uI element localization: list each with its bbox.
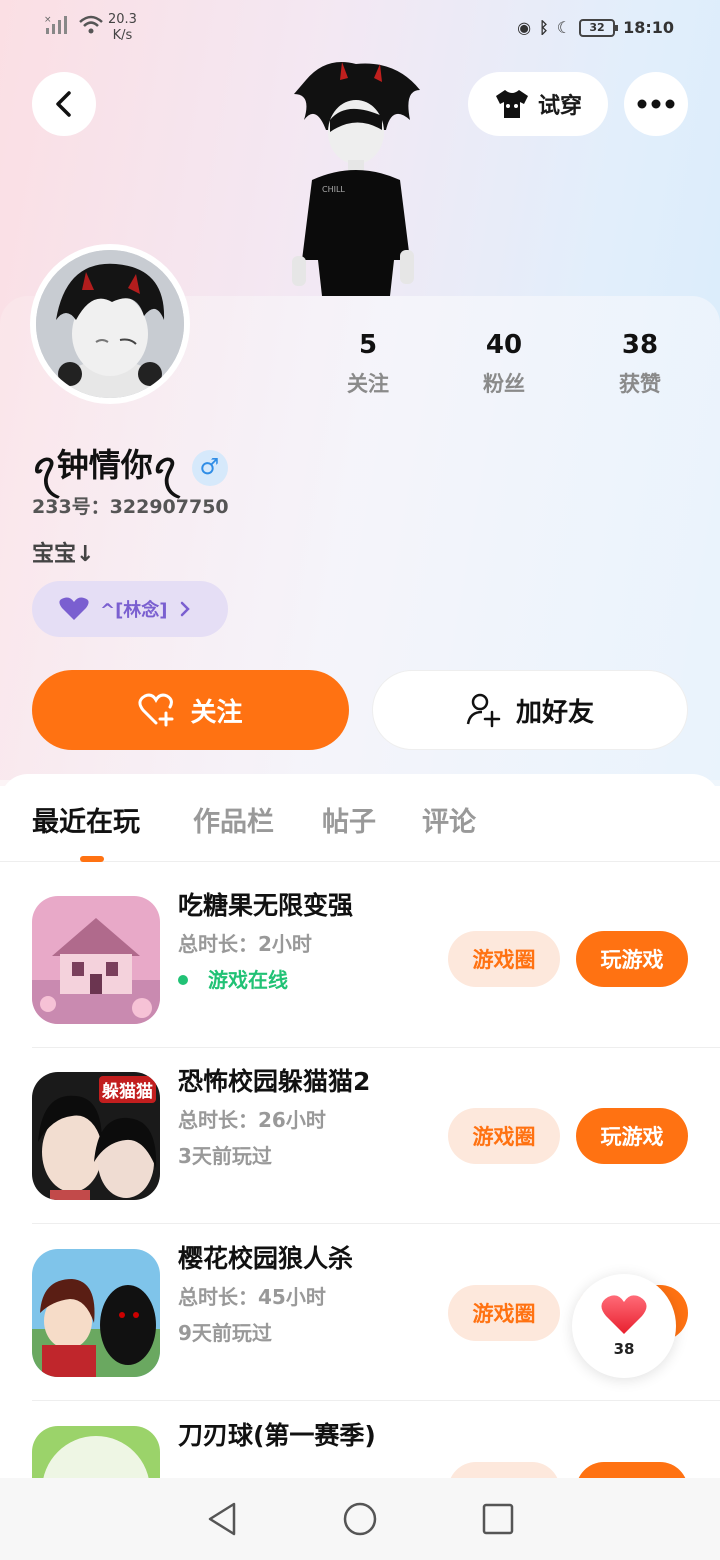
game-icon[interactable] [32,896,160,1024]
active-tab-indicator [80,856,104,862]
add-friend-button[interactable]: 加好友 [372,670,688,750]
profile-stats: 5 关注 40 粉丝 38 获赞 [300,330,720,398]
avatar[interactable] [30,244,190,404]
tshirt-icon [495,90,528,118]
floating-like-button[interactable]: 38 [572,1274,676,1378]
game-title: 樱花校园狼人杀 [178,1244,354,1273]
follow-label: 关注 [190,697,243,728]
stat-value: 5 [358,330,378,360]
user-id-label: 233号： [32,496,110,518]
nav-recents-icon[interactable] [482,1503,514,1535]
stat-value: 40 [485,330,523,360]
clock: 18:10 [623,18,674,37]
cp-name: ^[林念] [100,600,168,621]
game-title: 吃糖果无限变强 [178,891,354,920]
heart-plus-icon [138,693,174,727]
net-speed: 20.3 K/s [108,12,137,43]
signal-icon: × [44,14,104,36]
status-bar: × 20.3 K/s ◉ ᛒ ☾ 32 18:10 [0,0,720,60]
game-title: 刀刃球(第一赛季) [178,1421,376,1450]
game-row[interactable]: 吃糖果无限变强 总时长：2小时 游戏在线 游戏圈 玩游戏 [32,872,720,1048]
game-playtime: 总时长：45小时 [178,1285,326,1309]
add-user-icon [466,693,501,728]
add-friend-label: 加好友 [515,697,594,728]
nav-home-icon[interactable] [342,1501,378,1537]
username-row: ꪖ钟情你ꪖ ♂ [32,434,228,501]
avatar-figure: CHILL [286,60,426,296]
more-dots-icon [637,99,675,109]
game-icon[interactable]: 躲猫猫 [32,1072,160,1200]
follow-button[interactable]: 关注 [32,670,349,750]
try-on-label: 试穿 [537,94,582,119]
online-dot-icon [178,974,188,985]
stat-value: 38 [621,330,659,360]
game-status-text: 游戏在线 [208,968,288,992]
game-circle-button[interactable]: 游戏圈 [448,1285,560,1341]
username: ꪖ钟情你ꪖ [32,446,178,484]
more-options-button[interactable] [624,72,688,136]
like-count: 38 [613,1340,635,1358]
tab-works[interactable]: 作品栏 [193,800,274,839]
tab-recently-played[interactable]: 最近在玩 [32,800,140,839]
svg-text:×: × [44,15,52,25]
back-button[interactable] [32,72,96,136]
user-id: 233号：322907750 [32,492,229,519]
chevron-right-icon [180,601,190,617]
stat-likes[interactable]: 38 获赞 [572,330,708,398]
try-on-button[interactable]: 试穿 [468,72,608,136]
game-status: 游戏在线 [178,964,288,993]
game-row[interactable]: 躲猫猫 恐怖校园躲猫猫2 总时长：26小时 3天前玩过 游戏圈 玩游戏 [32,1048,720,1224]
game-status: 9天前玩过 [178,1321,272,1345]
profile-tabs: 最近在玩 作品栏 帖子 评论 [0,800,720,862]
system-navigation-bar [0,1478,720,1560]
play-game-button[interactable]: 玩游戏 [576,931,688,987]
stat-label: 关注 [347,372,389,396]
tab-posts[interactable]: 帖子 [322,800,376,839]
heart-icon [59,597,89,620]
game-playtime: 总时长：26小时 [178,1108,326,1132]
stat-label: 粉丝 [483,372,525,396]
nav-back-icon[interactable] [206,1501,238,1537]
bluetooth-icon: ᛒ [539,18,549,37]
svg-text:CHILL: CHILL [322,185,345,194]
game-playtime: 总时长：2小时 [178,932,312,956]
game-status: 3天前玩过 [178,1144,272,1168]
play-game-button[interactable]: 玩游戏 [576,1108,688,1164]
wifi-icon [79,15,103,34]
game-title: 恐怖校园躲猫猫2 [178,1067,371,1096]
user-id-value: 322907750 [109,496,229,518]
male-gender-icon: ♂ [191,449,228,486]
cp-relationship-pill[interactable]: ^[林念] [32,581,228,637]
game-icon[interactable] [32,1249,160,1377]
game-icon-label: 躲猫猫 [99,1076,156,1103]
bio: 宝宝↓ [32,542,95,567]
game-circle-button[interactable]: 游戏圈 [448,931,560,987]
stat-following[interactable]: 5 关注 [300,330,436,398]
game-circle-button[interactable]: 游戏圈 [448,1108,560,1164]
heart-icon [601,1295,647,1334]
eye-comfort-icon: ◉ [517,18,532,37]
battery-indicator: 32 [579,18,619,37]
stat-label: 获赞 [619,372,661,396]
stat-followers[interactable]: 40 粉丝 [436,330,572,398]
do-not-disturb-icon: ☾ [556,18,572,37]
tab-comments[interactable]: 评论 [422,800,476,839]
chevron-left-icon [56,91,71,117]
